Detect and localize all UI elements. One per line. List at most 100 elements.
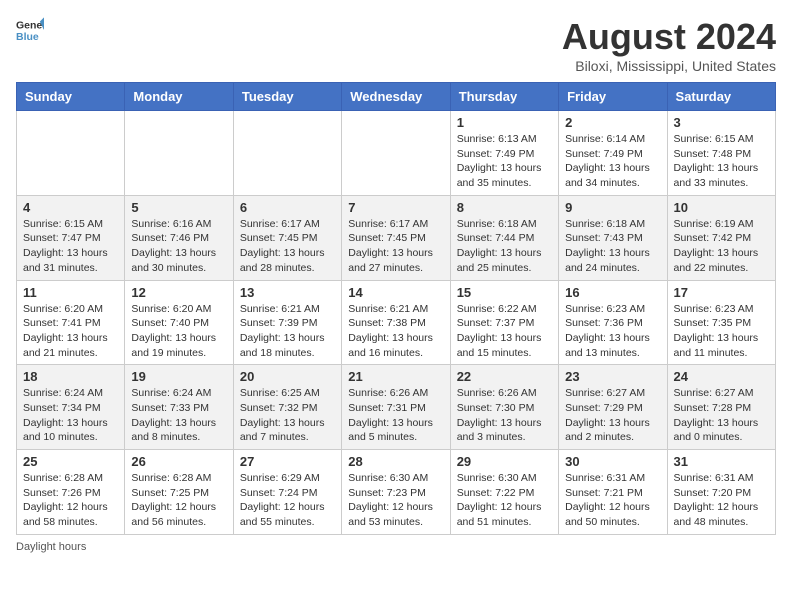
calendar-day-cell: 7Sunrise: 6:17 AM Sunset: 7:45 PM Daylig… [342, 195, 450, 280]
weekday-header-cell: Tuesday [233, 83, 341, 111]
calendar-day-cell: 28 Sunrise: 6:30 AM Sunset: 7:23 PM Dayli… [342, 450, 450, 535]
day-info: Sunrise: 6:27 AM Sunset: 7:28 PM Dayligh… [674, 386, 769, 445]
weekday-header-cell: Friday [559, 83, 667, 111]
calendar-body: 1Sunrise: 6:13 AM Sunset: 7:49 PM Daylig… [17, 111, 776, 535]
weekday-header-cell: Sunday [17, 83, 125, 111]
calendar-day-cell: 26 Sunrise: 6:28 AM Sunset: 7:25 PM Dayli… [125, 450, 233, 535]
day-number: 13 [240, 285, 335, 300]
calendar-day-cell: 25 Sunrise: 6:28 AM Sunset: 7:26 PM Dayli… [17, 450, 125, 535]
calendar-day-cell: 19Sunrise: 6:24 AM Sunset: 7:33 PM Dayli… [125, 365, 233, 450]
calendar-day-cell: 16 Sunrise: 6:23 AM Sunset: 7:36 PM Dayli… [559, 280, 667, 365]
day-info: Sunrise: 6:17 AM Sunset: 7:45 PM Dayligh… [240, 217, 335, 276]
day-info: Sunrise: 6:31 AM Sunset: 7:20 PM Dayligh… [674, 471, 769, 530]
day-number: 24 [674, 369, 769, 384]
day-info: Sunrise: 6:21 AM Sunset: 7:38 PM Dayligh… [348, 302, 443, 361]
weekday-header-row: SundayMondayTuesdayWednesdayThursdayFrid… [17, 83, 776, 111]
day-number: 2 [565, 115, 660, 130]
day-number: 9 [565, 200, 660, 215]
day-number: 8 [457, 200, 552, 215]
day-number: 7 [348, 200, 443, 215]
calendar-day-cell: 1Sunrise: 6:13 AM Sunset: 7:49 PM Daylig… [450, 111, 558, 196]
day-info: Sunrise: 6:23 AM Sunset: 7:36 PM Dayligh… [565, 302, 660, 361]
day-info: Sunrise: 6:20 AM Sunset: 7:41 PM Dayligh… [23, 302, 118, 361]
calendar-day-cell: 24 Sunrise: 6:27 AM Sunset: 7:28 PM Dayli… [667, 365, 775, 450]
day-number: 20 [240, 369, 335, 384]
day-info: Sunrise: 6:30 AM Sunset: 7:23 PM Dayligh… [348, 471, 443, 530]
calendar-day-cell: 27Sunrise: 6:29 AM Sunset: 7:24 PM Dayli… [233, 450, 341, 535]
day-info: Sunrise: 6:22 AM Sunset: 7:37 PM Dayligh… [457, 302, 552, 361]
calendar-day-cell: 9Sunrise: 6:18 AM Sunset: 7:43 PM Daylig… [559, 195, 667, 280]
day-number: 16 [565, 285, 660, 300]
day-number: 26 [131, 454, 226, 469]
weekday-header-cell: Saturday [667, 83, 775, 111]
calendar-day-cell: 10 Sunrise: 6:19 AM Sunset: 7:42 PM Dayli… [667, 195, 775, 280]
calendar-day-cell: 5Sunrise: 6:16 AM Sunset: 7:46 PM Daylig… [125, 195, 233, 280]
day-info: Sunrise: 6:15 AM Sunset: 7:48 PM Dayligh… [674, 132, 769, 191]
day-info: Sunrise: 6:31 AM Sunset: 7:21 PM Dayligh… [565, 471, 660, 530]
day-number: 23 [565, 369, 660, 384]
day-number: 6 [240, 200, 335, 215]
calendar-table: SundayMondayTuesdayWednesdayThursdayFrid… [16, 82, 776, 535]
location-subtitle: Biloxi, Mississippi, United States [562, 58, 776, 74]
day-number: 11 [23, 285, 118, 300]
day-number: 14 [348, 285, 443, 300]
day-info: Sunrise: 6:16 AM Sunset: 7:46 PM Dayligh… [131, 217, 226, 276]
calendar-day-cell: 21Sunrise: 6:26 AM Sunset: 7:31 PM Dayli… [342, 365, 450, 450]
svg-text:General: General [16, 20, 44, 32]
calendar-day-cell: 18Sunrise: 6:24 AM Sunset: 7:34 PM Dayli… [17, 365, 125, 450]
calendar-day-cell: 22Sunrise: 6:26 AM Sunset: 7:30 PM Dayli… [450, 365, 558, 450]
day-number: 17 [674, 285, 769, 300]
calendar-day-cell: 29 Sunrise: 6:30 AM Sunset: 7:22 PM Dayli… [450, 450, 558, 535]
logo-icon: General Blue [16, 16, 44, 44]
calendar-day-cell: 14 Sunrise: 6:21 AM Sunset: 7:38 PM Dayli… [342, 280, 450, 365]
month-title: August 2024 [562, 16, 776, 58]
day-number: 22 [457, 369, 552, 384]
calendar-week-row: 4Sunrise: 6:15 AM Sunset: 7:47 PM Daylig… [17, 195, 776, 280]
day-info: Sunrise: 6:30 AM Sunset: 7:22 PM Dayligh… [457, 471, 552, 530]
day-info: Sunrise: 6:28 AM Sunset: 7:25 PM Dayligh… [131, 471, 226, 530]
day-info: Sunrise: 6:14 AM Sunset: 7:49 PM Dayligh… [565, 132, 660, 191]
day-number: 28 [348, 454, 443, 469]
weekday-header-cell: Thursday [450, 83, 558, 111]
calendar-week-row: 25 Sunrise: 6:28 AM Sunset: 7:26 PM Dayli… [17, 450, 776, 535]
day-info: Sunrise: 6:28 AM Sunset: 7:26 PM Dayligh… [23, 471, 118, 530]
calendar-day-cell: 15 Sunrise: 6:22 AM Sunset: 7:37 PM Dayli… [450, 280, 558, 365]
day-number: 10 [674, 200, 769, 215]
day-info: Sunrise: 6:19 AM Sunset: 7:42 PM Dayligh… [674, 217, 769, 276]
day-number: 25 [23, 454, 118, 469]
svg-text:Blue: Blue [16, 31, 39, 43]
day-number: 19 [131, 369, 226, 384]
day-info: Sunrise: 6:25 AM Sunset: 7:32 PM Dayligh… [240, 386, 335, 445]
day-info: Sunrise: 6:13 AM Sunset: 7:49 PM Dayligh… [457, 132, 552, 191]
day-info: Sunrise: 6:23 AM Sunset: 7:35 PM Dayligh… [674, 302, 769, 361]
calendar-day-cell: 12Sunrise: 6:20 AM Sunset: 7:40 PM Dayli… [125, 280, 233, 365]
calendar-day-cell: 3Sunrise: 6:15 AM Sunset: 7:48 PM Daylig… [667, 111, 775, 196]
day-info: Sunrise: 6:20 AM Sunset: 7:40 PM Dayligh… [131, 302, 226, 361]
calendar-day-cell [342, 111, 450, 196]
calendar-week-row: 18Sunrise: 6:24 AM Sunset: 7:34 PM Dayli… [17, 365, 776, 450]
daylight-label: Daylight hours [16, 541, 86, 553]
calendar-day-cell [17, 111, 125, 196]
day-number: 29 [457, 454, 552, 469]
calendar-day-cell: 11 Sunrise: 6:20 AM Sunset: 7:41 PM Dayli… [17, 280, 125, 365]
calendar-day-cell: 30Sunrise: 6:31 AM Sunset: 7:21 PM Dayli… [559, 450, 667, 535]
weekday-header-cell: Monday [125, 83, 233, 111]
footer: Daylight hours [16, 541, 776, 553]
logo: General Blue [16, 16, 44, 44]
calendar-day-cell: 4Sunrise: 6:15 AM Sunset: 7:47 PM Daylig… [17, 195, 125, 280]
calendar-day-cell: 6 Sunrise: 6:17 AM Sunset: 7:45 PM Daylig… [233, 195, 341, 280]
day-number: 15 [457, 285, 552, 300]
day-number: 18 [23, 369, 118, 384]
calendar-day-cell: 13Sunrise: 6:21 AM Sunset: 7:39 PM Dayli… [233, 280, 341, 365]
day-info: Sunrise: 6:27 AM Sunset: 7:29 PM Dayligh… [565, 386, 660, 445]
calendar-day-cell [125, 111, 233, 196]
calendar-day-cell: 23 Sunrise: 6:27 AM Sunset: 7:29 PM Dayli… [559, 365, 667, 450]
calendar-day-cell: 8Sunrise: 6:18 AM Sunset: 7:44 PM Daylig… [450, 195, 558, 280]
day-number: 27 [240, 454, 335, 469]
calendar-week-row: 1Sunrise: 6:13 AM Sunset: 7:49 PM Daylig… [17, 111, 776, 196]
day-info: Sunrise: 6:26 AM Sunset: 7:31 PM Dayligh… [348, 386, 443, 445]
calendar-day-cell: 20 Sunrise: 6:25 AM Sunset: 7:32 PM Dayli… [233, 365, 341, 450]
calendar-day-cell: 17 Sunrise: 6:23 AM Sunset: 7:35 PM Dayli… [667, 280, 775, 365]
weekday-header-cell: Wednesday [342, 83, 450, 111]
day-number: 31 [674, 454, 769, 469]
